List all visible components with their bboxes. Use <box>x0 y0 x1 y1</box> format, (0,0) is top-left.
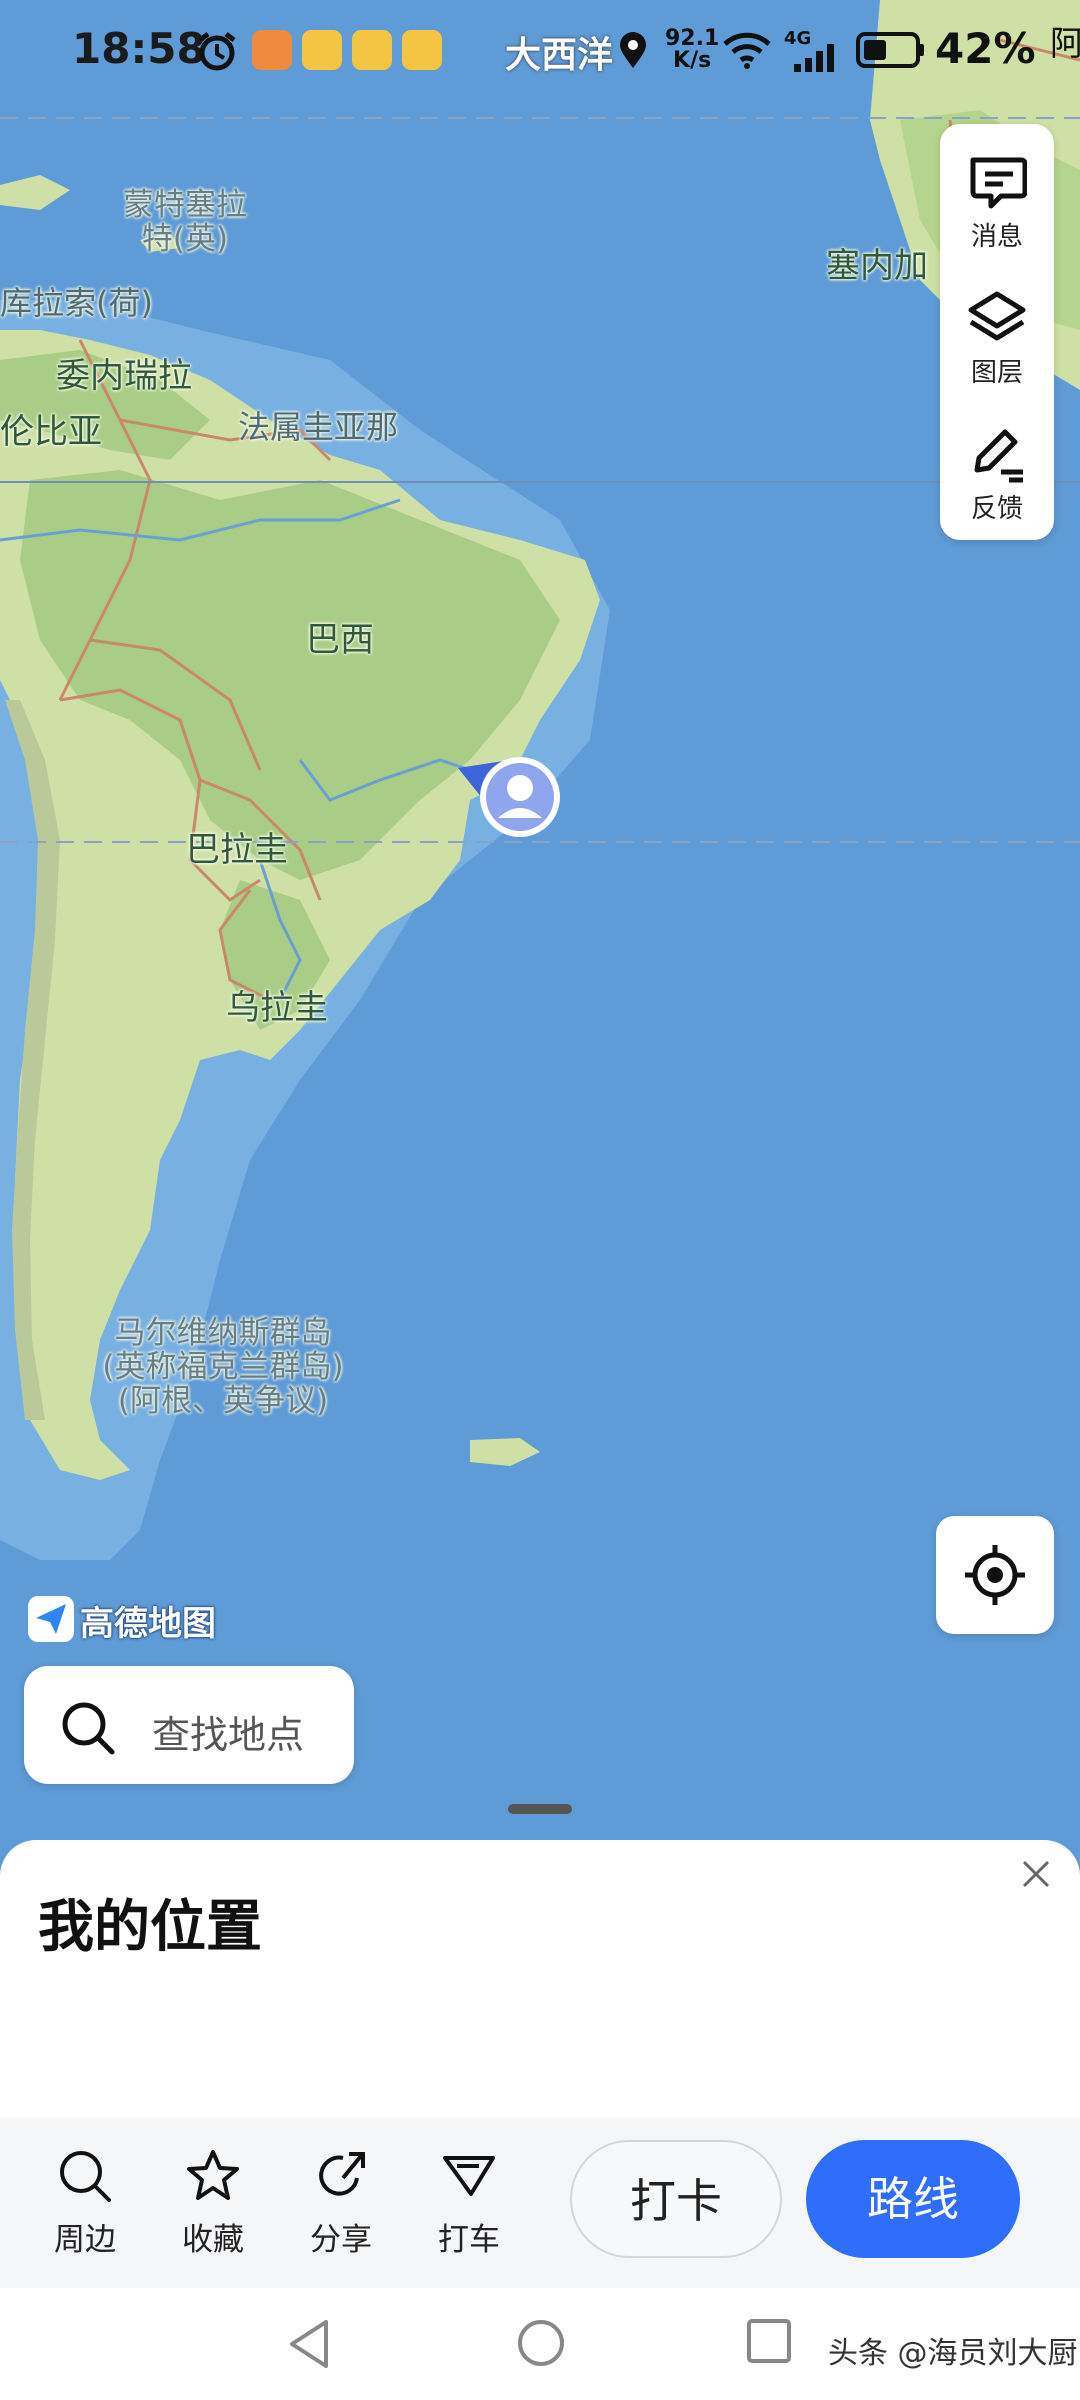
taxi-label: 打车 <box>438 2222 500 2258</box>
label-paraguay: 巴拉圭 <box>186 830 288 870</box>
sheet-drag-handle[interactable] <box>508 1804 572 1814</box>
label-venezuela: 委内瑞拉 <box>56 356 192 396</box>
weibo-icon <box>402 30 442 70</box>
amap-logo-text: 高德地图 <box>80 1604 216 1644</box>
favorite-button[interactable]: 收藏 <box>158 2148 268 2268</box>
watermark: 头条 @海员刘大厨 <box>828 2336 1078 2371</box>
taxi-icon <box>443 2156 495 2196</box>
taxi-button[interactable]: 打车 <box>414 2148 524 2268</box>
messages-button[interactable]: 消息 <box>940 134 1054 264</box>
location-pin-icon <box>620 32 646 68</box>
alarm-icon <box>198 32 236 71</box>
message-icon <box>970 157 1027 209</box>
crosshair-icon <box>965 1545 1025 1605</box>
sheet-title: 我的位置 <box>38 1895 262 1960</box>
status-time: 18:58 <box>72 24 206 73</box>
label-french-guiana: 法属圭亚那 <box>238 408 399 446</box>
back-icon[interactable] <box>286 2318 334 2370</box>
layers-icon <box>968 291 1026 341</box>
recents-icon[interactable] <box>746 2318 792 2364</box>
search-icon <box>62 1702 115 1755</box>
share-button[interactable]: 分享 <box>286 2148 396 2268</box>
amap-logo-icon <box>28 1596 74 1642</box>
app-notification-icon <box>252 30 292 70</box>
nearby-button[interactable]: 周边 <box>30 2148 140 2268</box>
label-senegal: 塞内加 <box>826 246 928 286</box>
weibo-icon <box>302 30 342 70</box>
edit-pen-icon <box>974 429 1023 483</box>
label-montserrat: 蒙特塞拉特(英) <box>123 187 247 257</box>
amap-logo: 高德地图 <box>28 1596 216 1644</box>
status-edge-label: 阿 <box>1050 24 1080 64</box>
feedback-button[interactable]: 反馈 <box>940 406 1054 536</box>
layers-label: 图层 <box>970 358 1023 388</box>
favorite-label: 收藏 <box>182 2222 244 2258</box>
label-brazil: 巴西 <box>306 620 374 660</box>
feedback-label: 反馈 <box>970 494 1023 524</box>
search-placeholder: 查找地点 <box>152 1713 305 1757</box>
share-label: 分享 <box>310 2222 372 2258</box>
messages-label: 消息 <box>970 222 1023 252</box>
status-bar: 18:58 大西洋 92.1 K/s 4G 42% 阿 <box>0 0 1080 100</box>
layers-button[interactable]: 图层 <box>940 270 1054 400</box>
close-icon[interactable] <box>1016 1854 1056 1894</box>
search-icon <box>60 2151 111 2202</box>
search-place-button[interactable]: 查找地点 <box>24 1666 354 1784</box>
battery-percent: 42% <box>935 24 1036 73</box>
locate-me-button[interactable] <box>936 1516 1054 1634</box>
label-colombia: 伦比亚 <box>0 412 102 452</box>
label-uruguay: 乌拉圭 <box>226 988 328 1028</box>
route-button[interactable]: 路线 <box>806 2140 1020 2258</box>
map-toolbar: 消息 图层 反馈 <box>940 124 1054 540</box>
checkin-button[interactable]: 打卡 <box>570 2140 782 2258</box>
home-icon[interactable] <box>516 2318 566 2368</box>
action-bar: 周边 收藏 分享 打车 打卡 路线 <box>0 2118 1080 2288</box>
battery-icon <box>856 32 924 68</box>
network-speed: 92.1 K/s <box>665 26 720 73</box>
system-nav-bar: 头条 @海员刘大厨 <box>0 2288 1080 2400</box>
signal-icon <box>794 44 834 72</box>
star-icon <box>187 2150 239 2200</box>
share-icon <box>319 2152 365 2196</box>
label-falklands: 马尔维纳斯群岛(英称福克兰群岛)(阿根、英争议) <box>102 1315 344 1419</box>
weibo-icon <box>352 30 392 70</box>
wifi-icon <box>723 32 771 69</box>
status-location-text: 大西洋 <box>505 35 614 76</box>
nearby-label: 周边 <box>54 2222 116 2258</box>
label-curacao: 库拉索(荷) <box>0 284 153 322</box>
